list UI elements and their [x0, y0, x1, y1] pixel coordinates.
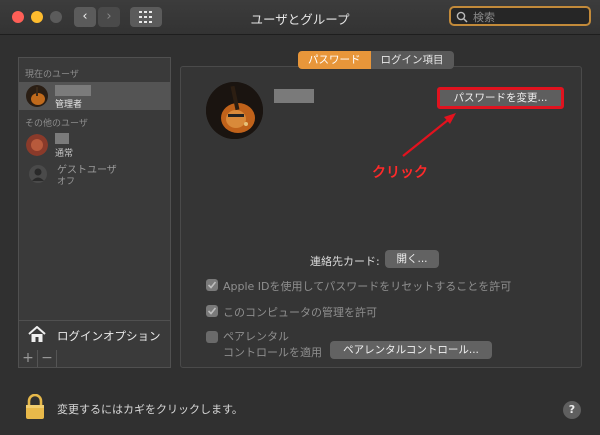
open-contact-card-button[interactable]: 開く...	[385, 250, 439, 268]
parental-controls-checkbox[interactable]	[206, 331, 218, 343]
guitar-picture-icon	[206, 82, 263, 139]
tab-bar: パスワード ログイン項目	[298, 51, 454, 69]
tab-password[interactable]: パスワード	[298, 51, 371, 69]
login-options-row[interactable]: ログインオプション	[19, 320, 170, 349]
help-button[interactable]: ?	[563, 401, 581, 419]
parental-controls-button[interactable]: ペアレンタルコントロール...	[330, 341, 492, 359]
parental-controls-label-line1: ペアレンタル	[223, 330, 289, 343]
user-name-redacted	[274, 89, 314, 103]
other-user-role: 通常	[55, 149, 74, 159]
guest-user-icon	[29, 165, 47, 183]
plus-icon: +	[22, 350, 34, 366]
user-row-current[interactable]: 管理者	[19, 82, 170, 110]
apple-id-reset-checkbox[interactable]	[206, 279, 218, 291]
parental-controls-label-line2: コントロールを適用	[223, 346, 322, 359]
tab-login-items[interactable]: ログイン項目	[370, 51, 454, 69]
other-users-section-label: その他のユーザ	[25, 119, 88, 129]
remove-user-button[interactable]: −	[38, 350, 57, 367]
current-user-role: 管理者	[55, 100, 83, 110]
search-field[interactable]	[449, 6, 591, 26]
avatar	[26, 134, 48, 156]
user-row-other[interactable]: 通常	[19, 131, 170, 159]
title-bar: ‹ › ユーザとグループ	[0, 0, 600, 35]
search-icon	[456, 11, 468, 23]
house-icon	[28, 326, 46, 342]
lock-instruction-text: 変更するにはカギをクリックします。	[57, 403, 243, 416]
user-name-redacted	[55, 133, 69, 144]
contact-card-label: 連絡先カード:	[310, 255, 380, 268]
login-options-label: ログインオプション	[57, 329, 161, 343]
apple-id-reset-label: Apple IDを使用してパスワードをリセットすることを許可	[223, 280, 512, 293]
guest-user-status: オフ	[57, 177, 76, 187]
question-icon: ?	[568, 403, 576, 416]
user-name-redacted	[55, 85, 91, 96]
lock-icon[interactable]	[25, 394, 45, 420]
avatar	[26, 85, 48, 107]
checkmark-icon	[207, 281, 217, 289]
user-list-sidebar: 現在のユーザ 管理者 その他のユーザ 通常 ゲストユーザ オフ ログインオプショ…	[18, 57, 171, 368]
allow-admin-label: このコンピュータの管理を許可	[223, 306, 377, 319]
user-picture[interactable]	[206, 82, 263, 139]
checkmark-icon	[207, 307, 217, 315]
allow-admin-checkbox[interactable]	[206, 305, 218, 317]
add-user-button[interactable]: +	[19, 350, 38, 367]
click-annotation: クリック	[372, 165, 428, 181]
minus-icon: −	[41, 350, 53, 366]
search-input[interactable]	[471, 9, 590, 26]
change-password-button[interactable]: パスワードを変更...	[437, 87, 564, 109]
current-user-section-label: 現在のユーザ	[25, 70, 79, 80]
user-row-guest[interactable]: ゲストユーザ オフ	[19, 159, 170, 187]
